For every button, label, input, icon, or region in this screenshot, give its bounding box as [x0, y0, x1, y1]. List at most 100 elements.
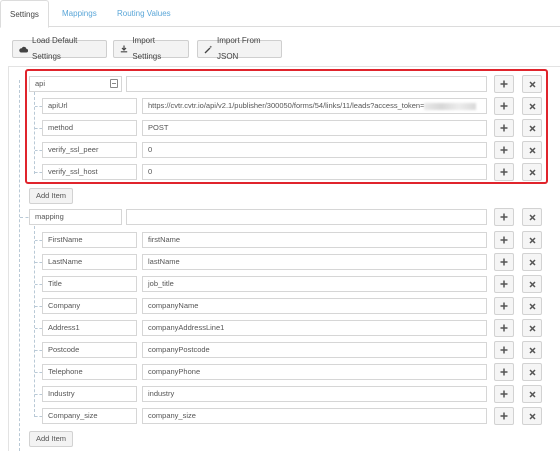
mapping-child-remove-button[interactable] — [522, 363, 542, 381]
plus-icon — [500, 146, 508, 154]
import-from-json-label: Import From JSON — [217, 36, 261, 61]
api-child-add-button[interactable] — [494, 163, 514, 181]
tree-connector — [35, 262, 42, 263]
mapping-child-add-button[interactable] — [494, 231, 514, 249]
collapse-icon[interactable] — [110, 79, 118, 88]
api-child-value[interactable]: https://cvtr.cvtr.io/api/v2.1/publisher/… — [142, 98, 487, 114]
api-child-value[interactable]: 0 — [142, 142, 487, 158]
x-icon — [528, 102, 536, 110]
mapping-child-key[interactable]: Industry — [42, 386, 137, 402]
mapping-child-value[interactable]: firstName — [142, 232, 487, 248]
mapping-child-add-button[interactable] — [494, 341, 514, 359]
mapping-child-add-button[interactable] — [494, 363, 514, 381]
mapping-child-add-button[interactable] — [494, 407, 514, 425]
mapping-child-value[interactable]: companyPhone — [142, 364, 487, 380]
x-icon — [528, 168, 536, 176]
download-icon — [120, 45, 128, 54]
tree-connector — [35, 394, 42, 395]
mapping-child-value[interactable]: companyAddressLine1 — [142, 320, 487, 336]
mapping-remove-button[interactable] — [522, 208, 542, 226]
plus-icon — [500, 236, 508, 244]
api-child-key[interactable]: method — [42, 120, 137, 136]
api-add-item-button[interactable]: Add Item — [29, 188, 74, 204]
mapping-child-add-button[interactable] — [494, 275, 514, 293]
mapping-child-key[interactable]: Company — [42, 298, 137, 314]
api-child-remove-button[interactable] — [522, 97, 542, 115]
mapping-child-remove-button[interactable] — [522, 385, 542, 403]
mapping-child-value[interactable]: company_size — [142, 408, 487, 424]
x-icon — [528, 80, 536, 88]
api-child-remove-button[interactable] — [522, 119, 542, 137]
plus-icon — [500, 124, 508, 132]
mapping-child-key[interactable]: FirstName — [42, 232, 137, 248]
mapping-child-value[interactable]: job_title — [142, 276, 487, 292]
api-key-field[interactable]: api — [29, 76, 122, 92]
mapping-child-remove-button[interactable] — [522, 341, 542, 359]
import-settings-label: Import Settings — [132, 36, 162, 61]
api-child-add-button[interactable] — [494, 141, 514, 159]
api-child-value[interactable]: 0 — [142, 164, 487, 180]
mapping-child-remove-button[interactable] — [522, 253, 542, 271]
plus-icon — [500, 102, 508, 110]
import-from-json-button[interactable]: Import From JSON — [197, 36, 282, 61]
api-child-key[interactable]: verify_ssl_peer — [42, 142, 137, 158]
mapping-child-add-button[interactable] — [494, 319, 514, 337]
mapping-child-remove-button[interactable] — [522, 319, 542, 337]
mapping-child-key[interactable]: LastName — [42, 254, 137, 270]
tab-mappings[interactable]: Mappings — [53, 0, 106, 28]
plus-icon — [500, 258, 508, 266]
load-default-settings-button[interactable]: Load Default Settings — [12, 36, 107, 61]
mapping-key-field[interactable]: mapping — [29, 209, 122, 225]
tree-connector — [35, 284, 42, 285]
x-icon — [528, 346, 536, 354]
api-child-remove-button[interactable] — [522, 163, 542, 181]
api-child-add-button[interactable] — [494, 97, 514, 115]
mapping-child-value[interactable]: lastName — [142, 254, 487, 270]
api-add-button[interactable] — [494, 75, 514, 93]
mapping-child-value[interactable]: industry — [142, 386, 487, 402]
api-child-value[interactable]: POST — [142, 120, 487, 136]
mapping-child-value[interactable]: companyName — [142, 298, 487, 314]
mapping-child-remove-button[interactable] — [522, 407, 542, 425]
api-child-add-button[interactable] — [494, 119, 514, 137]
x-icon — [528, 302, 536, 310]
x-icon — [528, 258, 536, 266]
mapping-child-remove-button[interactable] — [522, 275, 542, 293]
mapping-child-remove-button[interactable] — [522, 231, 542, 249]
x-icon — [528, 368, 536, 376]
plus-icon — [500, 168, 508, 176]
tree-connector — [35, 172, 42, 173]
mapping-child-key[interactable]: Company_size — [42, 408, 137, 424]
tab-settings[interactable]: Settings — [0, 0, 49, 28]
mapping-child-key[interactable]: Address1 — [42, 320, 137, 336]
mapping-child-add-button[interactable] — [494, 385, 514, 403]
api-child-key[interactable]: verify_ssl_host — [42, 164, 137, 180]
cloud-icon — [19, 45, 28, 54]
api-tree-line — [34, 92, 35, 174]
mapping-value-field[interactable] — [126, 209, 487, 225]
api-value-field[interactable] — [126, 76, 487, 92]
tab-routing-values[interactable]: Routing Values — [108, 0, 180, 28]
mapping-child-add-button[interactable] — [494, 297, 514, 315]
tree-connector — [35, 240, 42, 241]
mapping-add-button[interactable] — [494, 208, 514, 226]
plus-icon — [500, 80, 508, 88]
tree-connector — [35, 350, 42, 351]
x-icon — [528, 280, 536, 288]
api-child-remove-button[interactable] — [522, 141, 542, 159]
redacted-token — [424, 102, 477, 110]
import-settings-button[interactable]: Import Settings — [113, 36, 189, 61]
mapping-add-item-button[interactable]: Add Item — [29, 431, 74, 447]
api-remove-button[interactable] — [522, 75, 542, 93]
mapping-child-key[interactable]: Title — [42, 276, 137, 292]
x-icon — [528, 124, 536, 132]
mapping-child-value[interactable]: companyPostcode — [142, 342, 487, 358]
mapping-child-add-button[interactable] — [494, 253, 514, 271]
plus-icon — [500, 280, 508, 288]
mapping-child-remove-button[interactable] — [522, 297, 542, 315]
api-child-key[interactable]: apiUrl — [42, 98, 137, 114]
tree-connector — [35, 106, 42, 107]
mapping-child-key[interactable]: Postcode — [42, 342, 137, 358]
plus-icon — [500, 412, 508, 420]
mapping-child-key[interactable]: Telephone — [42, 364, 137, 380]
